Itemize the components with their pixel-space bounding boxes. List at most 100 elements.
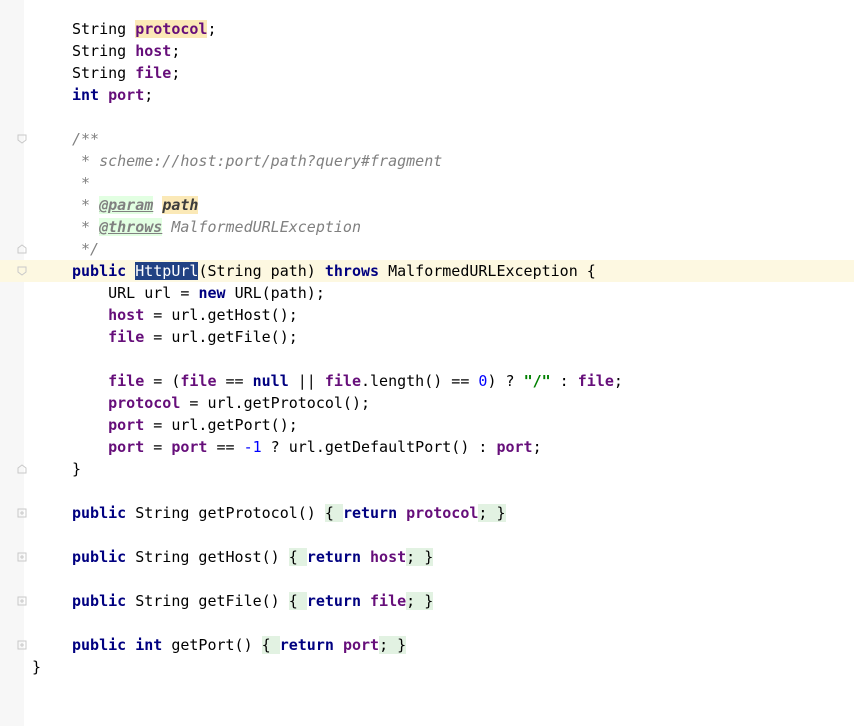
code-text: file = (file == null || file.length() ==… [72,370,623,392]
fold-marker-icon[interactable] [17,266,27,276]
code-token: MalformedURLException [162,218,361,236]
code-line[interactable]: } [0,458,854,480]
code-token: public [72,262,136,280]
code-token: file [180,372,217,390]
fold-expand-icon[interactable] [17,552,27,562]
code-token: String getHost() [135,548,289,566]
code-line[interactable]: */ [0,238,854,260]
code-text: public String getHost() { return host; } [72,546,434,568]
code-token: public int [72,636,172,654]
code-text: String protocol; [72,18,217,40]
code-token: port [108,416,145,434]
code-token: port [171,438,208,456]
code-line[interactable]: public String getProtocol() { return pro… [0,502,854,524]
code-line[interactable]: * scheme://host:port/path?query#fragment [0,150,854,172]
code-token: ; [171,42,181,60]
code-line[interactable]: port = port == -1 ? url.getDefaultPort()… [0,436,854,458]
fold-marker-icon[interactable] [17,134,27,144]
code-line[interactable]: public HttpUrl(String path) throws Malfo… [0,260,854,282]
code-token: port [342,636,380,654]
code-token: host [370,548,407,566]
code-line[interactable]: } [0,656,854,678]
code-token: * scheme://host:port/path?query#fragment [72,152,443,170]
code-token: { [324,504,343,522]
code-line[interactable]: * @param path [0,194,854,216]
code-line[interactable]: String protocol; [0,18,854,40]
code-line[interactable]: file = url.getFile(); [0,326,854,348]
code-token: ; } [406,548,434,566]
code-line[interactable]: URL url = new URL(path); [0,282,854,304]
code-token: String [72,20,136,38]
code-token: * [72,174,91,192]
code-token: public [72,592,136,610]
code-token: return [306,592,371,610]
code-token: -1 [243,438,262,456]
code-token: = url.getHost(); [144,306,298,324]
code-token: protocol [406,504,479,522]
code-token: : [550,372,578,390]
code-line[interactable] [0,524,854,546]
code-token: ? url.getDefaultPort() : [261,438,497,456]
code-token: return [306,548,371,566]
selected-identifier: HttpUrl [135,262,199,280]
code-line[interactable]: /** [0,128,854,150]
code-token: ; } [379,636,407,654]
code-line[interactable] [0,612,854,634]
code-line[interactable]: public String getFile() { return file; } [0,590,854,612]
code-token: file [370,592,407,610]
code-text: * @param path [72,194,199,216]
code-token: protocol [108,394,181,412]
code-line[interactable]: protocol = url.getProtocol(); [0,392,854,414]
code-line[interactable]: * @throws MalformedURLException [0,216,854,238]
code-token: getPort() [171,636,262,654]
code-line[interactable] [0,348,854,370]
code-token: ; [532,438,542,456]
code-line[interactable]: port = url.getPort(); [0,414,854,436]
code-text: int port; [72,84,153,106]
code-token: file [135,64,172,82]
code-token: * [72,218,100,236]
code-text: } [32,656,41,678]
fold-marker-icon[interactable] [17,244,27,254]
code-token: URL url = [72,284,199,302]
code-token: String getProtocol() [135,504,325,522]
code-text: /** [72,128,99,150]
code-text: public String getFile() { return file; } [72,590,434,612]
code-line[interactable] [0,480,854,502]
fold-expand-icon[interactable] [17,640,27,650]
code-line[interactable]: host = url.getHost(); [0,304,854,326]
code-token: return [279,636,343,654]
code-text: String host; [72,40,180,62]
code-token: public [72,504,136,522]
code-text: * @throws MalformedURLException [72,216,361,238]
code-text: file = url.getFile(); [72,326,298,348]
code-token: ; [171,64,181,82]
code-line[interactable]: file = (file == null || file.length() ==… [0,370,854,392]
code-token: host [108,306,145,324]
code-token: port [108,86,145,104]
code-line[interactable]: public String getHost() { return host; } [0,546,854,568]
code-token: || [288,372,325,390]
code-line[interactable] [0,568,854,590]
code-line[interactable]: String host; [0,40,854,62]
code-token: return [342,504,407,522]
code-token: { [288,548,307,566]
code-token: * [72,196,100,214]
code-token: "/" [523,372,551,390]
code-editor[interactable]: String protocol; String host; String file;… [0,18,854,678]
fold-marker-icon[interactable] [17,464,27,474]
fold-expand-icon[interactable] [17,596,27,606]
code-line[interactable]: int port; [0,84,854,106]
code-token: file [324,372,361,390]
code-token: */ [72,240,100,258]
code-line[interactable]: public int getPort() { return port; } [0,634,854,656]
fold-expand-icon[interactable] [17,508,27,518]
code-line[interactable] [0,106,854,128]
code-token: .length() == [361,372,479,390]
code-line[interactable]: String file; [0,62,854,84]
code-line[interactable]: * [0,172,854,194]
code-token: int [72,86,109,104]
